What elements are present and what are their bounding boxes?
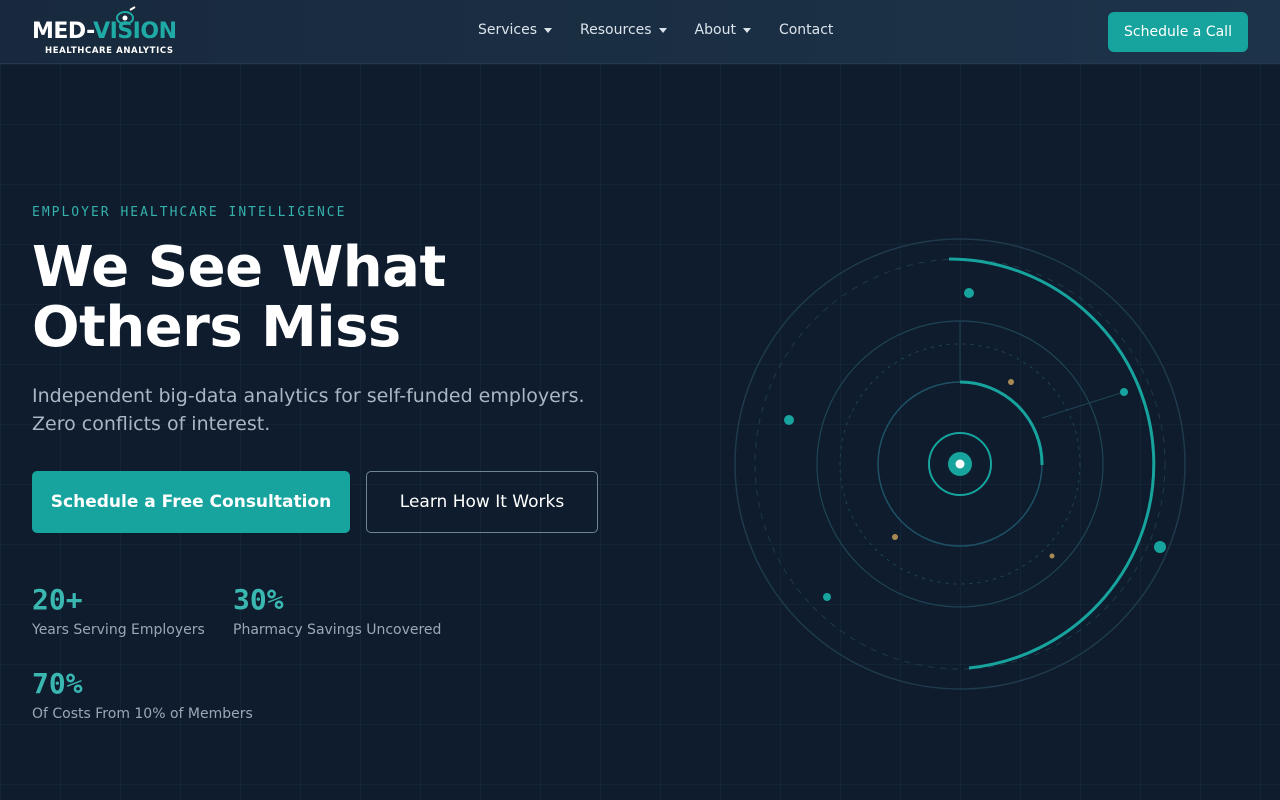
logo-word-white: MED- xyxy=(32,19,94,44)
site-header: MED-VISION HEALTHCARE ANALYTICS Services… xyxy=(0,0,1280,64)
stat-value: 30% xyxy=(233,583,284,616)
nav-services[interactable]: Services xyxy=(478,22,553,38)
hero-title-line-1: We See What xyxy=(32,235,446,300)
radar-blip xyxy=(1120,388,1128,396)
radar-blip-amber xyxy=(1049,553,1055,559)
nav-contact-label: Contact xyxy=(778,22,834,38)
stat-years: 20+ Years Serving Employers xyxy=(32,583,205,639)
nav-resources-label: Resources xyxy=(580,22,652,38)
chevron-down-icon xyxy=(658,27,667,33)
stat-label: Pharmacy Savings Uncovered xyxy=(233,622,442,638)
stat-value: 20+ xyxy=(32,583,83,616)
main-nav: Services Resources About Contact xyxy=(478,22,861,38)
hero-eyebrow: EMPLOYER HEALTHCARE INTELLIGENCE xyxy=(32,205,347,220)
nav-services-label: Services xyxy=(478,22,538,38)
nav-about[interactable]: About xyxy=(695,22,751,38)
radar-arc-outer xyxy=(948,257,1156,670)
stat-value: 70% xyxy=(32,667,83,700)
chevron-down-icon xyxy=(544,27,553,33)
stat-label: Years Serving Employers xyxy=(32,622,205,638)
logo-word-teal: VISION xyxy=(93,19,177,44)
nav-about-label: About xyxy=(694,22,736,38)
nav-resources[interactable]: Resources xyxy=(580,22,667,38)
hero-subtitle-line-2: Zero conflicts of interest. xyxy=(32,413,271,435)
radar-blip-amber xyxy=(1008,379,1014,385)
radar-graphic xyxy=(734,238,1186,690)
radar-core-center xyxy=(955,459,965,469)
radar-blip-amber xyxy=(892,534,898,540)
stat-costs: 70% Of Costs From 10% of Members xyxy=(32,667,253,723)
chevron-down-icon xyxy=(742,27,751,33)
stat-label: Of Costs From 10% of Members xyxy=(32,706,253,722)
radar-blip xyxy=(823,593,831,601)
hero-subtitle: Independent big-data analytics for self-… xyxy=(32,382,632,438)
logo-tagline: HEALTHCARE ANALYTICS xyxy=(45,46,174,56)
radar-spoke xyxy=(1041,391,1125,419)
logo-wordmark: MED-VISION xyxy=(32,19,177,44)
schedule-call-button[interactable]: Schedule a Call xyxy=(1108,12,1248,52)
logo[interactable]: MED-VISION HEALTHCARE ANALYTICS xyxy=(32,6,197,58)
radar-arc-inner xyxy=(959,380,1044,466)
radar-blip xyxy=(964,288,974,298)
free-consultation-button[interactable]: Schedule a Free Consultation xyxy=(32,471,350,533)
learn-how-it-works-button[interactable]: Learn How It Works xyxy=(366,471,598,533)
hero-subtitle-line-1: Independent big-data analytics for self-… xyxy=(32,385,585,407)
hero-title: We See What Others Miss xyxy=(32,238,632,358)
stat-pharmacy-savings: 30% Pharmacy Savings Uncovered xyxy=(233,583,442,639)
hero-title-line-2: Others Miss xyxy=(32,295,401,360)
radar-blip xyxy=(1154,541,1166,553)
nav-contact[interactable]: Contact xyxy=(779,22,833,38)
radar-blip xyxy=(784,415,794,425)
